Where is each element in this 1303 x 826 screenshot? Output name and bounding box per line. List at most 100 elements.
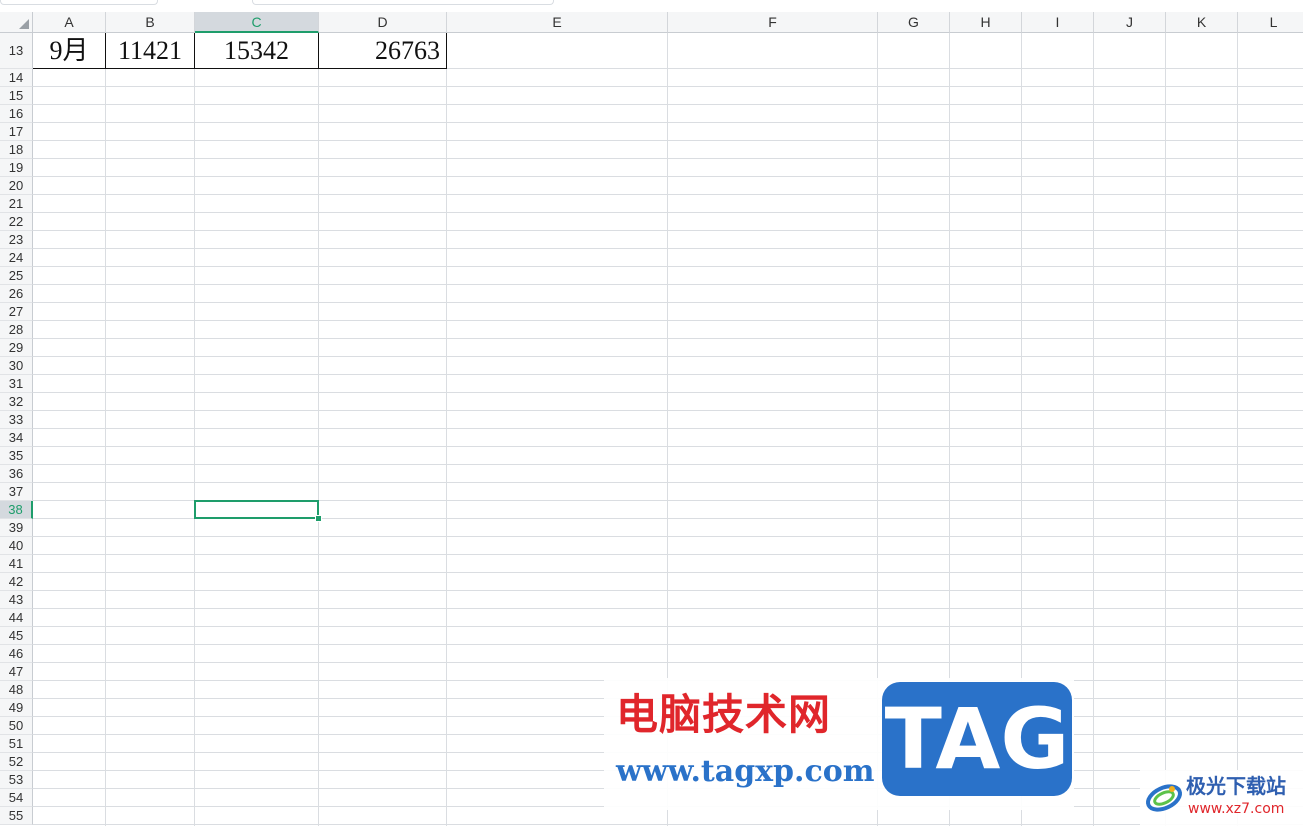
row-header-42[interactable]: 42 [0,573,33,591]
row-header-45[interactable]: 45 [0,627,33,645]
row-header-26[interactable]: 26 [0,285,33,303]
row-header-54[interactable]: 54 [0,789,33,807]
column-header-a[interactable]: A [33,12,106,33]
row-header-47[interactable]: 47 [0,663,33,681]
row-header-28[interactable]: 28 [0,321,33,339]
row-gridline [33,374,1303,375]
active-cell-selection[interactable] [194,500,319,519]
spreadsheet-grid[interactable]: ABCDEFGHIJKL 13 14 15 16 17 18 19 20 21 22 23 24 25 2… [0,0,1303,826]
row-header-46[interactable]: 46 [0,645,33,663]
row-header-16[interactable]: 16 [0,105,33,123]
aurora-swirl-logo-icon [1146,784,1182,812]
row-gridline [33,410,1303,411]
sheet-tab-edge [0,0,158,5]
row-header-39[interactable]: 39 [0,519,33,537]
row-gridline [33,626,1303,627]
column-header-h[interactable]: H [950,12,1022,33]
row-gridline [33,248,1303,249]
cell-b13[interactable]: 11421 [106,33,194,68]
column-gridline [446,33,447,826]
row-gridline [33,212,1303,213]
row-gridline [33,338,1303,339]
column-header-e[interactable]: E [447,12,668,33]
watermark-tag-logo: TAG [882,682,1072,796]
row-header-15[interactable]: 15 [0,87,33,105]
row-gridline [33,140,1303,141]
top-toolbar-strip [0,0,1303,12]
row-gridline [33,482,1303,483]
row-header-19[interactable]: 19 [0,159,33,177]
column-header-k[interactable]: K [1166,12,1238,33]
row-gridline [33,554,1303,555]
row-header-35[interactable]: 35 [0,447,33,465]
row-header-49[interactable]: 49 [0,699,33,717]
row-header-37[interactable]: 37 [0,483,33,501]
row13-cell-border [194,33,195,69]
row-header-23[interactable]: 23 [0,231,33,249]
row-header-29[interactable]: 29 [0,339,33,357]
column-header-g[interactable]: G [878,12,950,33]
column-header-l[interactable]: L [1238,12,1303,33]
row-header-50[interactable]: 50 [0,717,33,735]
watermark-site-url: www.tagxp.com [616,754,875,789]
row-header-32[interactable]: 32 [0,393,33,411]
row-header-24[interactable]: 24 [0,249,33,267]
row-header-52[interactable]: 52 [0,753,33,771]
row-header-18[interactable]: 18 [0,141,33,159]
row-header-43[interactable]: 43 [0,591,33,609]
row-gridline [33,428,1303,429]
row-header-36[interactable]: 36 [0,465,33,483]
row-header-22[interactable]: 22 [0,213,33,231]
column-header-b[interactable]: B [106,12,195,33]
row-gridline [33,266,1303,267]
column-header-d[interactable]: D [319,12,447,33]
row-header-48[interactable]: 48 [0,681,33,699]
column-gridline [105,33,106,826]
row-header-44[interactable]: 44 [0,609,33,627]
column-header-j[interactable]: J [1094,12,1166,33]
row13-cell-border [105,33,106,69]
cell-a13[interactable]: 9月 [33,33,105,68]
secondary-watermark-name: 极光下载站 [1186,774,1286,798]
cell-c13[interactable]: 15342 [195,33,318,68]
row-header-41[interactable]: 41 [0,555,33,573]
row-header-25[interactable]: 25 [0,267,33,285]
row-gridline [33,104,1303,105]
column-gridline [1165,33,1166,826]
row-header-53[interactable]: 53 [0,771,33,789]
row13-cell-border [318,33,319,69]
select-all-triangle-icon [19,19,29,29]
row-gridline [33,122,1303,123]
row-header-31[interactable]: 31 [0,375,33,393]
row-gridline [33,590,1303,591]
column-gridline [1237,33,1238,826]
select-all-corner[interactable] [0,12,33,33]
row-header-14[interactable]: 14 [0,69,33,87]
cell-d13[interactable]: 26763 [319,33,446,68]
row-header-40[interactable]: 40 [0,537,33,555]
row-header-30[interactable]: 30 [0,357,33,375]
row-header-33[interactable]: 33 [0,411,33,429]
column-header-f[interactable]: F [668,12,878,33]
row-header-27[interactable]: 27 [0,303,33,321]
column-gridline [194,33,195,826]
column-header-i[interactable]: I [1022,12,1094,33]
row-gridline [33,662,1303,663]
row-header-21[interactable]: 21 [0,195,33,213]
row-header-55[interactable]: 55 [0,807,33,825]
row-header-17[interactable]: 17 [0,123,33,141]
fill-handle[interactable] [315,515,322,522]
row-header-13[interactable]: 13 [0,33,33,69]
row-gridline [33,158,1303,159]
row-gridline [33,608,1303,609]
row-header-20[interactable]: 20 [0,177,33,195]
row-header-51[interactable]: 51 [0,735,33,753]
row-gridline [33,320,1303,321]
row-header-34[interactable]: 34 [0,429,33,447]
secondary-watermark-url: www.xz7.com [1188,801,1285,817]
row-header-38[interactable]: 38 [0,501,33,519]
sheet-tab-edge [252,0,554,5]
row-gridline [33,644,1303,645]
column-header-c[interactable]: C [195,12,319,33]
column-gridline [318,33,319,826]
